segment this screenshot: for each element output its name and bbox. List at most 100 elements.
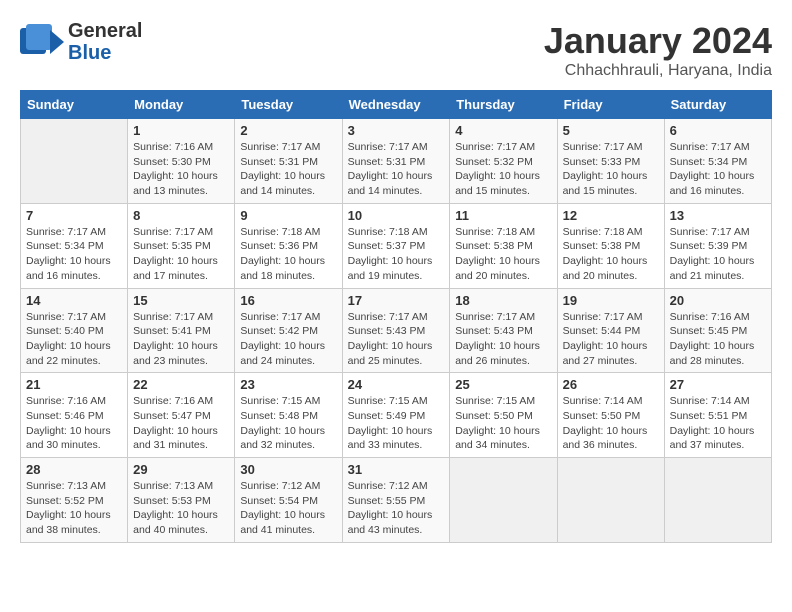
day-number: 12 — [563, 208, 659, 223]
day-number: 1 — [133, 123, 229, 138]
day-cell — [557, 458, 664, 543]
day-cell: 5 Sunrise: 7:17 AMSunset: 5:33 PMDayligh… — [557, 119, 664, 204]
day-cell: 6 Sunrise: 7:17 AMSunset: 5:34 PMDayligh… — [664, 119, 771, 204]
logo-general: General — [68, 20, 142, 42]
day-cell: 14 Sunrise: 7:17 AMSunset: 5:40 PMDaylig… — [21, 288, 128, 373]
col-saturday: Saturday — [664, 91, 771, 119]
day-cell: 22 Sunrise: 7:16 AMSunset: 5:47 PMDaylig… — [128, 373, 235, 458]
day-number: 10 — [348, 208, 445, 223]
week-row-3: 14 Sunrise: 7:17 AMSunset: 5:40 PMDaylig… — [21, 288, 772, 373]
col-sunday: Sunday — [21, 91, 128, 119]
day-number: 31 — [348, 462, 445, 477]
day-number: 15 — [133, 293, 229, 308]
calendar-location: Chhachhrauli, Haryana, India — [544, 62, 772, 80]
day-info: Sunrise: 7:17 AMSunset: 5:33 PMDaylight:… — [563, 141, 648, 197]
day-cell: 8 Sunrise: 7:17 AMSunset: 5:35 PMDayligh… — [128, 203, 235, 288]
day-number: 26 — [563, 377, 659, 392]
day-number: 29 — [133, 462, 229, 477]
day-cell: 4 Sunrise: 7:17 AMSunset: 5:32 PMDayligh… — [450, 119, 557, 204]
day-info: Sunrise: 7:17 AMSunset: 5:34 PMDaylight:… — [26, 226, 111, 282]
day-cell: 3 Sunrise: 7:17 AMSunset: 5:31 PMDayligh… — [342, 119, 450, 204]
day-number: 3 — [348, 123, 445, 138]
day-info: Sunrise: 7:17 AMSunset: 5:43 PMDaylight:… — [348, 311, 433, 367]
day-info: Sunrise: 7:12 AMSunset: 5:55 PMDaylight:… — [348, 480, 433, 536]
day-info: Sunrise: 7:17 AMSunset: 5:42 PMDaylight:… — [240, 311, 325, 367]
day-cell: 11 Sunrise: 7:18 AMSunset: 5:38 PMDaylig… — [450, 203, 557, 288]
day-number: 4 — [455, 123, 551, 138]
day-number: 16 — [240, 293, 336, 308]
day-cell: 29 Sunrise: 7:13 AMSunset: 5:53 PMDaylig… — [128, 458, 235, 543]
day-cell: 27 Sunrise: 7:14 AMSunset: 5:51 PMDaylig… — [664, 373, 771, 458]
day-info: Sunrise: 7:17 AMSunset: 5:40 PMDaylight:… — [26, 311, 111, 367]
header-row: Sunday Monday Tuesday Wednesday Thursday… — [21, 91, 772, 119]
day-info: Sunrise: 7:17 AMSunset: 5:35 PMDaylight:… — [133, 226, 218, 282]
day-number: 25 — [455, 377, 551, 392]
day-cell: 17 Sunrise: 7:17 AMSunset: 5:43 PMDaylig… — [342, 288, 450, 373]
day-cell: 18 Sunrise: 7:17 AMSunset: 5:43 PMDaylig… — [450, 288, 557, 373]
day-info: Sunrise: 7:17 AMSunset: 5:44 PMDaylight:… — [563, 311, 648, 367]
day-number: 11 — [455, 208, 551, 223]
day-cell: 12 Sunrise: 7:18 AMSunset: 5:38 PMDaylig… — [557, 203, 664, 288]
col-tuesday: Tuesday — [235, 91, 342, 119]
day-info: Sunrise: 7:15 AMSunset: 5:49 PMDaylight:… — [348, 395, 433, 451]
calendar-title: January 2024 — [544, 20, 772, 62]
day-info: Sunrise: 7:16 AMSunset: 5:47 PMDaylight:… — [133, 395, 218, 451]
day-number: 20 — [670, 293, 766, 308]
day-cell: 25 Sunrise: 7:15 AMSunset: 5:50 PMDaylig… — [450, 373, 557, 458]
day-cell: 9 Sunrise: 7:18 AMSunset: 5:36 PMDayligh… — [235, 203, 342, 288]
day-info: Sunrise: 7:18 AMSunset: 5:38 PMDaylight:… — [563, 226, 648, 282]
day-info: Sunrise: 7:18 AMSunset: 5:37 PMDaylight:… — [348, 226, 433, 282]
day-cell: 28 Sunrise: 7:13 AMSunset: 5:52 PMDaylig… — [21, 458, 128, 543]
day-number: 22 — [133, 377, 229, 392]
col-wednesday: Wednesday — [342, 91, 450, 119]
day-info: Sunrise: 7:17 AMSunset: 5:41 PMDaylight:… — [133, 311, 218, 367]
day-info: Sunrise: 7:16 AMSunset: 5:46 PMDaylight:… — [26, 395, 111, 451]
calendar-table: Sunday Monday Tuesday Wednesday Thursday… — [20, 90, 772, 543]
day-info: Sunrise: 7:17 AMSunset: 5:34 PMDaylight:… — [670, 141, 755, 197]
day-number: 24 — [348, 377, 445, 392]
day-cell — [21, 119, 128, 204]
day-info: Sunrise: 7:18 AMSunset: 5:38 PMDaylight:… — [455, 226, 540, 282]
col-monday: Monday — [128, 91, 235, 119]
day-cell: 16 Sunrise: 7:17 AMSunset: 5:42 PMDaylig… — [235, 288, 342, 373]
title-block: January 2024 Chhachhrauli, Haryana, Indi… — [544, 20, 772, 80]
day-info: Sunrise: 7:15 AMSunset: 5:48 PMDaylight:… — [240, 395, 325, 451]
day-number: 8 — [133, 208, 229, 223]
day-number: 27 — [670, 377, 766, 392]
logo: General Blue — [20, 20, 142, 64]
day-cell: 10 Sunrise: 7:18 AMSunset: 5:37 PMDaylig… — [342, 203, 450, 288]
day-cell: 13 Sunrise: 7:17 AMSunset: 5:39 PMDaylig… — [664, 203, 771, 288]
day-cell: 21 Sunrise: 7:16 AMSunset: 5:46 PMDaylig… — [21, 373, 128, 458]
day-cell: 31 Sunrise: 7:12 AMSunset: 5:55 PMDaylig… — [342, 458, 450, 543]
day-cell: 19 Sunrise: 7:17 AMSunset: 5:44 PMDaylig… — [557, 288, 664, 373]
week-row-4: 21 Sunrise: 7:16 AMSunset: 5:46 PMDaylig… — [21, 373, 772, 458]
day-info: Sunrise: 7:16 AMSunset: 5:45 PMDaylight:… — [670, 311, 755, 367]
day-number: 21 — [26, 377, 122, 392]
day-info: Sunrise: 7:17 AMSunset: 5:39 PMDaylight:… — [670, 226, 755, 282]
day-info: Sunrise: 7:14 AMSunset: 5:50 PMDaylight:… — [563, 395, 648, 451]
day-cell: 20 Sunrise: 7:16 AMSunset: 5:45 PMDaylig… — [664, 288, 771, 373]
day-cell: 23 Sunrise: 7:15 AMSunset: 5:48 PMDaylig… — [235, 373, 342, 458]
day-cell: 30 Sunrise: 7:12 AMSunset: 5:54 PMDaylig… — [235, 458, 342, 543]
day-cell: 24 Sunrise: 7:15 AMSunset: 5:49 PMDaylig… — [342, 373, 450, 458]
day-info: Sunrise: 7:12 AMSunset: 5:54 PMDaylight:… — [240, 480, 325, 536]
day-cell: 1 Sunrise: 7:16 AMSunset: 5:30 PMDayligh… — [128, 119, 235, 204]
day-info: Sunrise: 7:17 AMSunset: 5:31 PMDaylight:… — [240, 141, 325, 197]
logo-blue: Blue — [68, 42, 111, 64]
day-number: 14 — [26, 293, 122, 308]
col-thursday: Thursday — [450, 91, 557, 119]
day-info: Sunrise: 7:17 AMSunset: 5:32 PMDaylight:… — [455, 141, 540, 197]
day-info: Sunrise: 7:13 AMSunset: 5:53 PMDaylight:… — [133, 480, 218, 536]
week-row-1: 1 Sunrise: 7:16 AMSunset: 5:30 PMDayligh… — [21, 119, 772, 204]
day-info: Sunrise: 7:15 AMSunset: 5:50 PMDaylight:… — [455, 395, 540, 451]
week-row-2: 7 Sunrise: 7:17 AMSunset: 5:34 PMDayligh… — [21, 203, 772, 288]
day-number: 18 — [455, 293, 551, 308]
day-cell — [450, 458, 557, 543]
day-info: Sunrise: 7:17 AMSunset: 5:43 PMDaylight:… — [455, 311, 540, 367]
day-number: 2 — [240, 123, 336, 138]
day-number: 19 — [563, 293, 659, 308]
day-number: 23 — [240, 377, 336, 392]
day-info: Sunrise: 7:18 AMSunset: 5:36 PMDaylight:… — [240, 226, 325, 282]
col-friday: Friday — [557, 91, 664, 119]
day-cell: 15 Sunrise: 7:17 AMSunset: 5:41 PMDaylig… — [128, 288, 235, 373]
